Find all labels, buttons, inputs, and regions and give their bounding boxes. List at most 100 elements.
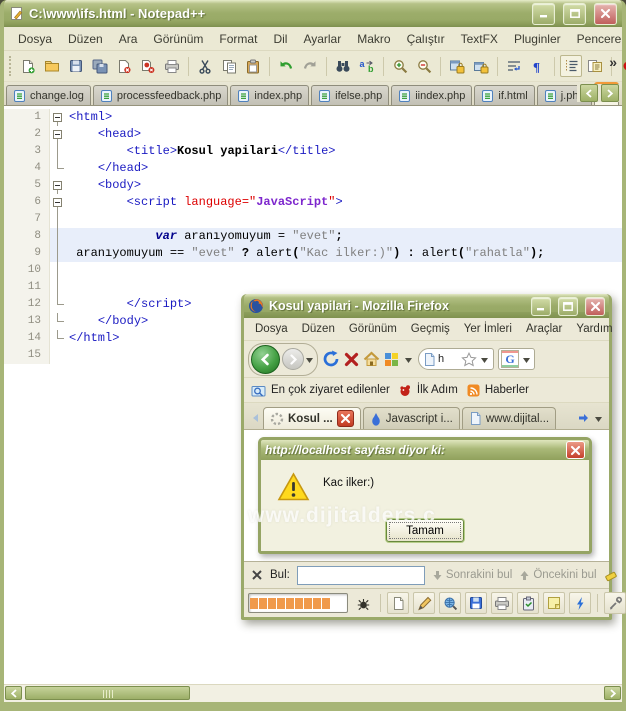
tab-change-log[interactable]: change.log: [6, 85, 91, 105]
forward-icon[interactable]: [282, 348, 304, 370]
scroll-right-icon[interactable]: [604, 686, 621, 700]
edit-pencil-icon[interactable]: [413, 592, 435, 614]
globe-search-icon[interactable]: [439, 592, 461, 614]
menu-item-g-r-n-m[interactable]: Görünüm: [145, 30, 211, 48]
address-bar[interactable]: h: [418, 348, 494, 370]
clipboard-icon[interactable]: [517, 592, 539, 614]
save-button[interactable]: [65, 55, 87, 77]
scroll-left-icon[interactable]: [5, 686, 22, 700]
zoom-in-button[interactable]: [389, 55, 411, 77]
fold-marker[interactable]: [50, 109, 65, 126]
close-icon[interactable]: [594, 2, 617, 25]
close-all-button[interactable]: [137, 55, 159, 77]
tab-scroll-left-icon[interactable]: [247, 407, 263, 429]
word-wrap-button[interactable]: [503, 55, 525, 77]
tab-if-html[interactable]: if.html: [474, 85, 535, 105]
print-page-icon[interactable]: [491, 592, 513, 614]
paste-button[interactable]: [242, 55, 264, 77]
home-icon[interactable]: [363, 351, 380, 367]
show-symbols-button[interactable]: ¶: [527, 55, 549, 77]
menu-item-ara[interactable]: Ara: [111, 30, 146, 48]
lightning-icon[interactable]: [569, 592, 591, 614]
tools-icon[interactable]: [604, 592, 626, 614]
alert-close-icon[interactable]: [566, 441, 585, 459]
minimize-icon[interactable]: [532, 2, 555, 25]
zoom-out-button[interactable]: [413, 55, 435, 77]
tab-scroll-right-icon[interactable]: [601, 84, 619, 102]
firefox-tab-kosul[interactable]: Kosul ...: [263, 407, 361, 429]
highlight-all-icon[interactable]: [604, 568, 619, 583]
firefox-menu-item-yer-i-mleri[interactable]: Yer İmleri: [457, 321, 519, 337]
toolbar-overflow-button[interactable]: »: [609, 54, 617, 70]
search-bar[interactable]: G: [498, 348, 535, 370]
maximize-icon[interactable]: [563, 2, 586, 25]
indent-guide-button[interactable]: [560, 55, 582, 77]
find-prev-button[interactable]: Öncekini bul: [519, 569, 597, 581]
find-next-button[interactable]: Sonrakini bul: [432, 569, 512, 581]
open-folder-button[interactable]: [41, 55, 63, 77]
menu-item-dosya[interactable]: Dosya: [10, 30, 60, 48]
firefox-menu-item-d-zen[interactable]: Düzen: [295, 321, 342, 337]
fold-marker[interactable]: [50, 126, 65, 143]
tab-index-php[interactable]: index.php: [230, 85, 310, 105]
fold-marker[interactable]: [50, 194, 65, 211]
doc-switcher-button[interactable]: [584, 55, 606, 77]
bug-icon[interactable]: [352, 592, 374, 614]
find-input[interactable]: [296, 565, 425, 585]
bookmark-star-icon[interactable]: [461, 351, 477, 367]
bookmark-i-lk-ad-m[interactable]: İlk Adım: [398, 383, 458, 398]
quick-launch-icon[interactable]: [384, 352, 399, 367]
cut-button[interactable]: [194, 55, 216, 77]
find-button[interactable]: [332, 55, 354, 77]
firefox-maximize-icon[interactable]: [558, 296, 578, 316]
undo-button[interactable]: [275, 55, 297, 77]
tab-processfeedback-php[interactable]: processfeedback.php: [92, 85, 229, 105]
menu-item-d-zen[interactable]: Düzen: [60, 30, 111, 48]
firefox-tab-javascript-i[interactable]: Javascript i...: [362, 407, 460, 429]
bookmark-haberler[interactable]: Haberler: [466, 383, 529, 398]
menu-item-ayarlar[interactable]: Ayarlar: [295, 30, 349, 48]
menu-item-pencere[interactable]: Pencere: [569, 30, 626, 48]
back-icon[interactable]: [251, 344, 280, 374]
tab-scroll-right-icon[interactable]: [578, 413, 589, 423]
menu-item-dil[interactable]: Dil: [265, 30, 295, 48]
firefox-menu-item-ge-mi[interactable]: Geçmiş: [404, 321, 457, 337]
print-button[interactable]: [161, 55, 183, 77]
bookmark-en-ok-ziyaret-edilenler[interactable]: En çok ziyaret edilenler: [251, 383, 390, 397]
quick-launch-dropdown-icon[interactable]: [405, 350, 412, 368]
save-all-button[interactable]: [89, 55, 111, 77]
tab-scroll-left-icon[interactable]: [580, 84, 598, 102]
new-page-icon[interactable]: [387, 592, 409, 614]
tab-list-dropdown-icon[interactable]: [595, 409, 602, 427]
save-disk-icon[interactable]: [465, 592, 487, 614]
firefox-menu-item-dosya[interactable]: Dosya: [248, 321, 295, 337]
sync-scroll-h-button[interactable]: [470, 55, 492, 77]
note-icon[interactable]: [543, 592, 565, 614]
firefox-menu-item-g-r-n-m[interactable]: Görünüm: [342, 321, 404, 337]
horizontal-scrollbar[interactable]: [4, 684, 622, 702]
search-engine-dropdown-icon[interactable]: [523, 350, 530, 368]
firefox-menu-item-yard-m[interactable]: Yardım: [569, 321, 619, 337]
stop-icon[interactable]: [344, 352, 359, 367]
copy-button[interactable]: [218, 55, 240, 77]
tab-close-icon[interactable]: [336, 410, 354, 427]
history-dropdown-icon[interactable]: [306, 350, 313, 368]
firefox-close-icon[interactable]: [585, 296, 605, 316]
menu-item-makro[interactable]: Makro: [349, 30, 398, 48]
refresh-icon[interactable]: [322, 350, 340, 368]
ok-button[interactable]: Tamam: [386, 519, 464, 542]
menu-item-format[interactable]: Format: [211, 30, 265, 48]
menu-item-textfx[interactable]: TextFX: [453, 30, 506, 48]
find-close-icon[interactable]: [251, 569, 263, 581]
firefox-minimize-icon[interactable]: [531, 296, 551, 316]
redo-button[interactable]: [299, 55, 321, 77]
url-dropdown-icon[interactable]: [481, 350, 488, 368]
menu-item-al-t-r[interactable]: Çalıştır: [399, 30, 453, 48]
scrollbar-thumb[interactable]: [25, 686, 190, 700]
sync-scroll-v-button[interactable]: [446, 55, 468, 77]
tab-iindex-php[interactable]: iindex.php: [391, 85, 473, 105]
firefox-menu-item-ara-lar[interactable]: Araçlar: [519, 321, 569, 337]
firefox-tab-www-dijital[interactable]: www.dijital...: [461, 407, 557, 429]
record-macro-button[interactable]: [617, 55, 626, 77]
fold-marker[interactable]: [50, 177, 65, 194]
